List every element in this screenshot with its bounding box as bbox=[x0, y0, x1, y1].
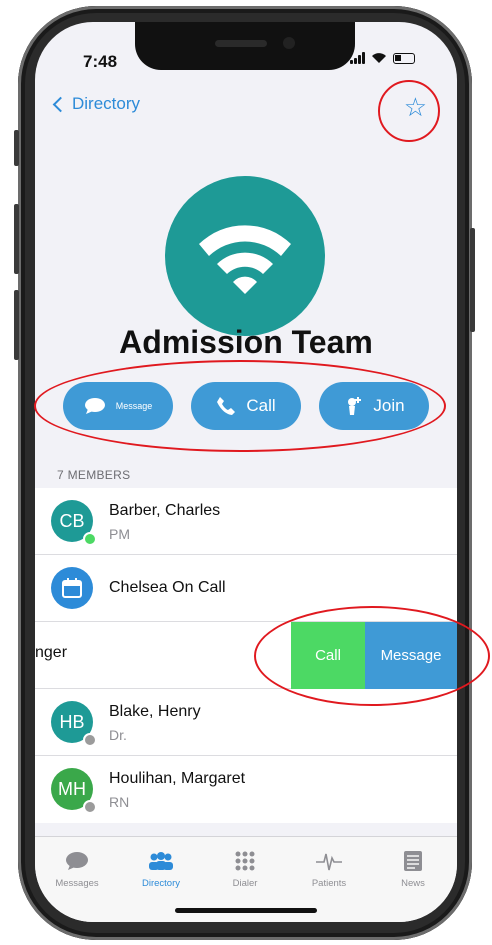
annotation-ellipse-star bbox=[378, 80, 440, 142]
status-dot-online bbox=[83, 532, 97, 546]
member-name: Houlihan, Margaret bbox=[109, 770, 246, 787]
member-row[interactable]: CB Barber, Charles PM bbox=[35, 488, 457, 555]
annotation-ellipse-swipe bbox=[254, 606, 490, 706]
status-dot-offline bbox=[83, 733, 97, 747]
tab-label: Dialer bbox=[232, 878, 258, 889]
battery-icon bbox=[393, 52, 415, 64]
wifi-status-icon bbox=[372, 53, 386, 63]
member-row[interactable]: MH Houlihan, Margaret RN bbox=[35, 756, 457, 823]
members-header: 7 MEMBERS bbox=[57, 468, 131, 482]
side-button bbox=[14, 290, 19, 360]
wifi-icon bbox=[199, 225, 291, 294]
back-button[interactable]: Directory bbox=[52, 94, 141, 114]
tab-directory[interactable]: Directory bbox=[119, 847, 203, 889]
tab-label: Directory bbox=[141, 878, 180, 889]
chat-bubble-icon bbox=[66, 852, 88, 870]
people-icon bbox=[149, 852, 173, 870]
tab-label: News bbox=[401, 878, 425, 889]
notch bbox=[135, 22, 355, 70]
tab-dialer[interactable]: Dialer bbox=[203, 847, 287, 889]
news-icon bbox=[404, 851, 422, 871]
team-avatar bbox=[165, 176, 325, 336]
back-label: Directory bbox=[72, 94, 141, 113]
tab-label: Patients bbox=[311, 878, 347, 889]
home-indicator bbox=[175, 908, 317, 913]
status-dot-offline bbox=[83, 800, 97, 814]
side-button bbox=[14, 130, 19, 166]
member-name: Blake, Henry bbox=[109, 703, 201, 720]
member-name: Chelsea On Call bbox=[109, 579, 226, 596]
annotation-ellipse-actions bbox=[34, 360, 446, 452]
chevron-left-icon bbox=[52, 96, 69, 112]
pulse-icon bbox=[316, 853, 342, 871]
member-role: PM bbox=[109, 526, 130, 542]
tab-news[interactable]: News bbox=[371, 847, 455, 889]
member-name-partial: nger bbox=[35, 644, 68, 661]
team-name: Admission Team bbox=[119, 324, 373, 360]
side-button bbox=[470, 228, 475, 332]
tab-label: Messages bbox=[55, 878, 99, 889]
phone-screen: 7:48 Directory ☆ Admission Team Message … bbox=[35, 22, 457, 922]
speaker bbox=[215, 40, 267, 47]
camera bbox=[283, 37, 295, 49]
tab-messages[interactable]: Messages bbox=[35, 847, 119, 889]
side-button bbox=[14, 204, 19, 274]
avatar bbox=[51, 567, 93, 609]
tab-patients[interactable]: Patients bbox=[287, 847, 371, 889]
calendar-icon bbox=[62, 578, 82, 598]
member-role: Dr. bbox=[109, 727, 127, 743]
keypad-icon bbox=[235, 851, 255, 871]
status-icons bbox=[350, 52, 415, 64]
member-role: RN bbox=[109, 794, 130, 810]
member-name: Barber, Charles bbox=[109, 502, 221, 519]
status-time: 7:48 bbox=[83, 52, 118, 71]
